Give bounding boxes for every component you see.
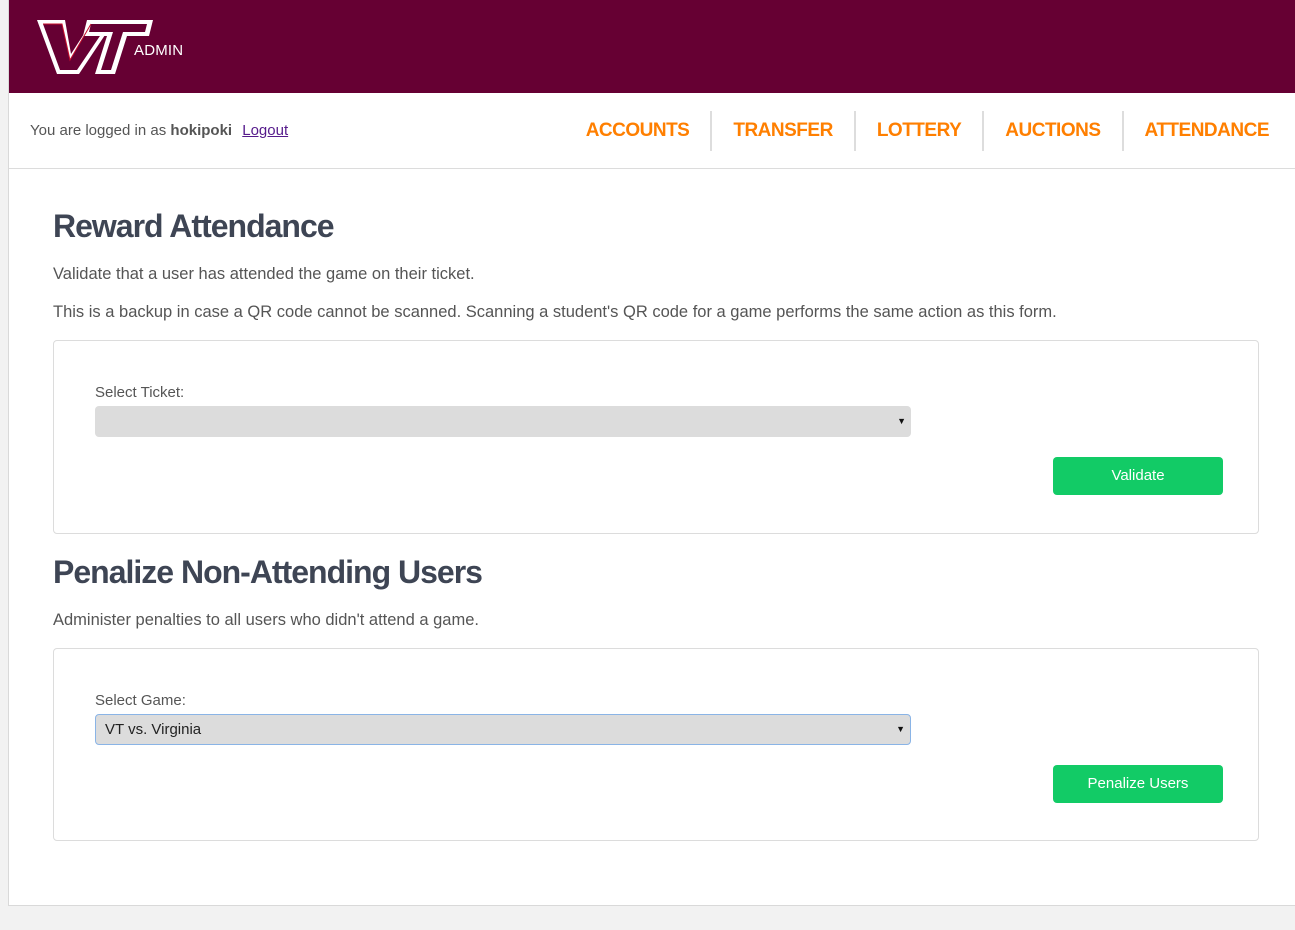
penalize-form-card: Select Game: VT vs. Virginia ▼ Penalize … (53, 648, 1259, 841)
validate-button[interactable]: Validate (1053, 457, 1223, 495)
login-prefix: You are logged in as (30, 122, 167, 139)
main-nav: ACCOUNTS TRANSFER LOTTERY AUCTIONS ATTEN… (565, 111, 1295, 151)
penalize-title: Penalize Non-Attending Users (53, 554, 483, 590)
reward-note: This is a backup in case a QR code canno… (53, 303, 1057, 321)
ticket-select[interactable]: ▼ (95, 406, 911, 437)
reward-form-card: Select Ticket: ▼ Validate (53, 340, 1259, 534)
game-select-label: Select Game: (95, 692, 186, 709)
reward-title: Reward Attendance (53, 208, 335, 244)
logout-link[interactable]: Logout (242, 122, 288, 139)
reward-description: Validate that a user has attended the ga… (53, 265, 475, 283)
nav-transfer[interactable]: TRANSFER (710, 111, 853, 151)
top-header: ADMIN (9, 0, 1295, 93)
nav-attendance[interactable]: ATTENDANCE (1121, 111, 1295, 151)
dropdown-arrow-icon: ▼ (896, 724, 905, 734)
penalize-description: Administer penalties to all users who di… (53, 611, 479, 629)
game-select[interactable]: VT vs. Virginia ▼ (95, 714, 911, 745)
ticket-select-label: Select Ticket: (95, 384, 185, 401)
login-info: You are logged in as hokipoki Logout (30, 122, 288, 139)
page-frame: ADMIN You are logged in as hokipoki Logo… (8, 0, 1295, 906)
penalize-users-button[interactable]: Penalize Users (1053, 765, 1223, 803)
nav-lottery[interactable]: LOTTERY (853, 111, 982, 151)
username: hokipoki (170, 122, 233, 139)
admin-label: ADMIN (134, 42, 184, 59)
nav-accounts[interactable]: ACCOUNTS (565, 111, 711, 151)
dropdown-arrow-icon: ▼ (897, 416, 906, 426)
nav-auctions[interactable]: AUCTIONS (982, 111, 1121, 151)
subnav-bar: You are logged in as hokipoki Logout ACC… (9, 93, 1295, 169)
game-select-value: VT vs. Virginia (105, 721, 202, 738)
